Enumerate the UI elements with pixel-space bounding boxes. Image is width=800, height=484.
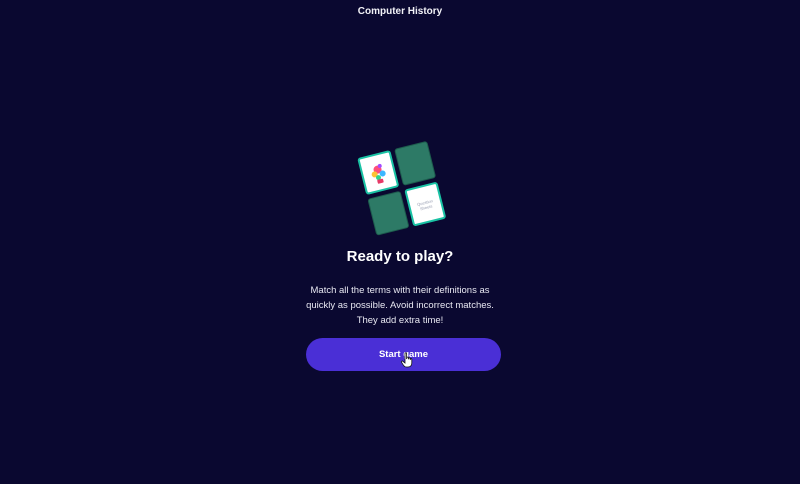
cards-illustration: Question Sheets bbox=[357, 140, 449, 237]
card-back bbox=[394, 140, 437, 186]
card-face-text: Question Sheets bbox=[404, 181, 447, 227]
match-game-start-screen: Computer History Question Sheets Ready t… bbox=[0, 0, 800, 484]
card-face-label: Question Sheets bbox=[416, 198, 434, 212]
card-face-image bbox=[357, 149, 400, 196]
instructions-text: Match all the terms with their definitio… bbox=[306, 285, 494, 326]
ready-heading: Ready to play? bbox=[346, 248, 454, 265]
sticker-art-icon bbox=[371, 163, 386, 184]
hand-pointer-icon bbox=[400, 352, 413, 368]
set-title: Computer History bbox=[357, 6, 443, 17]
card-back bbox=[367, 190, 410, 236]
